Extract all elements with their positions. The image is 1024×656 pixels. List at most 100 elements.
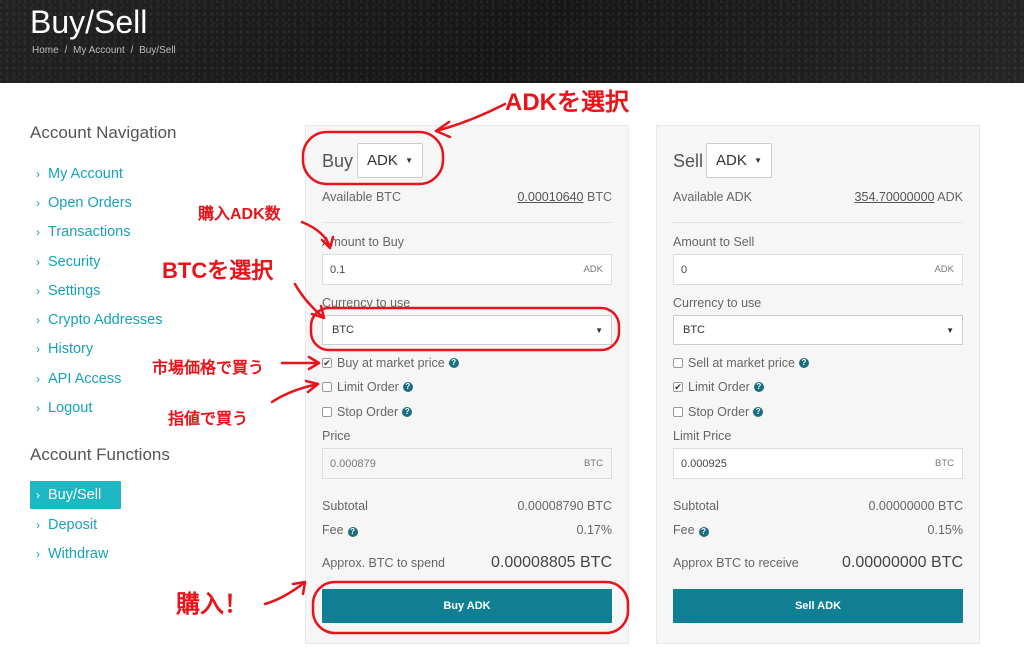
sell-coin-select[interactable]: ADK ▼ <box>706 143 772 178</box>
sell-available-value[interactable]: 354.70000000 <box>855 190 935 204</box>
caret-down-icon: ▼ <box>595 325 603 335</box>
buy-amount-input[interactable]: 0.1 ADK <box>322 254 612 285</box>
sell-subtotal-row: Subtotal 0.00000000 BTC <box>673 499 963 513</box>
buy-panel-title: Buy <box>322 151 354 171</box>
chevron-right-icon: › <box>36 195 40 210</box>
buy-stop-checkbox-box[interactable] <box>322 407 332 417</box>
chevron-right-icon: › <box>36 371 40 386</box>
buy-fee-value: 0.17% <box>576 523 612 537</box>
annotation-buy-amount: 購入ADK数 <box>198 206 281 223</box>
sidebar-item-history[interactable]: › History <box>36 335 162 364</box>
page-title: Buy/Sell <box>30 4 148 40</box>
question-icon[interactable]: ? <box>347 527 358 537</box>
buy-stop-label: Stop Order <box>337 405 399 419</box>
sell-panel: Sell ADK ▼ Available ADK 354.70000000 AD… <box>656 125 980 644</box>
sell-adk-button[interactable]: Sell ADK <box>673 589 963 623</box>
sell-subtotal-label: Subtotal <box>673 499 719 513</box>
sidebar-item-label: My Account <box>48 165 123 182</box>
buy-available-unit: BTC <box>587 190 612 204</box>
breadcrumb-home[interactable]: Home <box>32 45 59 56</box>
sidebar-item-logout[interactable]: › Logout <box>36 393 162 422</box>
buy-market-checkbox-box[interactable]: ✔ <box>322 358 332 368</box>
question-icon[interactable]: ? <box>753 407 764 417</box>
buy-coin-select[interactable]: ADK ▼ <box>357 143 423 178</box>
buy-fee-label: Fee <box>322 523 344 537</box>
sell-fee-label: Fee <box>673 523 695 537</box>
sell-amount-input[interactable]: 0 ADK <box>673 254 963 285</box>
annotation-select-btc: BTCを選択 <box>162 258 274 283</box>
buy-available-value[interactable]: 0.00010640 <box>517 190 583 204</box>
sell-market-price-checkbox[interactable]: Sell at market price ? <box>673 356 809 370</box>
buy-limit-checkbox-box[interactable] <box>322 382 332 392</box>
chevron-right-icon: › <box>36 254 40 269</box>
sell-fee-value: 0.15% <box>927 523 963 537</box>
sell-subtotal-value: 0.00000000 BTC <box>868 499 963 513</box>
sidebar-item-open-orders[interactable]: › Open Orders <box>36 188 162 217</box>
buy-available-row: Available BTC 0.00010640 BTC <box>322 190 612 204</box>
question-icon[interactable]: ? <box>402 407 413 417</box>
buy-limit-label: Limit Order <box>337 380 399 394</box>
buy-subtotal-row: Subtotal 0.00008790 BTC <box>322 499 612 513</box>
sidebar-item-label: Deposit <box>48 516 98 533</box>
sell-limit-checkbox-box[interactable]: ✔ <box>673 382 683 392</box>
sell-amount-value: 0 <box>681 263 688 276</box>
sidebar-item-deposit[interactable]: › Deposit <box>36 510 127 539</box>
question-icon[interactable]: ? <box>402 382 413 392</box>
buy-market-price-checkbox[interactable]: ✔ Buy at market price ? <box>322 356 459 370</box>
sidebar-item-settings[interactable]: › Settings <box>36 276 162 305</box>
buy-available-label: Available BTC <box>322 190 401 204</box>
account-navigation-heading: Account Navigation <box>30 123 177 142</box>
sell-price-input[interactable]: 0.000925 BTC <box>673 448 963 479</box>
sidebar-item-crypto-addresses[interactable]: › Crypto Addresses <box>36 305 162 334</box>
sidebar-item-label: History <box>48 341 94 358</box>
buy-approx-row: Approx. BTC to spend 0.00008805 BTC <box>322 554 612 572</box>
question-icon[interactable]: ? <box>448 358 459 368</box>
annotation-limit-buy: 指値で買う <box>168 411 249 428</box>
sidebar-item-security[interactable]: › Security <box>36 247 162 276</box>
buy-panel: Buy ADK ▼ Available BTC 0.00010640 BTC A… <box>305 125 629 644</box>
breadcrumb-my-account[interactable]: My Account <box>73 45 125 56</box>
sell-market-label: Sell at market price <box>688 356 795 370</box>
sell-currency-select[interactable]: BTC ▼ <box>673 315 963 345</box>
chevron-right-icon: › <box>36 342 40 357</box>
annotation-purchase: 購入！ <box>176 591 248 618</box>
buy-limit-order-checkbox[interactable]: Limit Order ? <box>322 380 413 394</box>
sell-stop-order-checkbox[interactable]: Stop Order ? <box>673 405 764 419</box>
sell-fee-row: Fee? 0.15% <box>673 523 963 537</box>
annotation-select-adk: ADKを選択 <box>505 89 629 116</box>
breadcrumb-separator: / <box>130 45 134 56</box>
chevron-right-icon: › <box>36 517 40 532</box>
sell-price-unit: BTC <box>935 458 954 469</box>
breadcrumb-current: Buy/Sell <box>139 45 176 56</box>
account-navigation-list: › My Account › Open Orders › Transactions ›… <box>36 159 162 423</box>
sidebar-item-transactions[interactable]: › Transactions <box>36 218 162 247</box>
chevron-right-icon: › <box>36 488 40 502</box>
sidebar-item-my-account[interactable]: › My Account <box>36 159 162 188</box>
buy-stop-order-checkbox[interactable]: Stop Order ? <box>322 405 413 419</box>
sell-market-checkbox-box[interactable] <box>673 358 683 368</box>
question-icon[interactable]: ? <box>698 527 709 537</box>
buy-currency-select[interactable]: BTC ▼ <box>322 315 612 345</box>
sidebar-item-withdraw[interactable]: › Withdraw <box>36 540 127 569</box>
buy-price-label: Price <box>322 429 351 443</box>
buy-price-input[interactable]: 0.000879 BTC <box>322 448 612 479</box>
question-icon[interactable]: ? <box>753 382 764 392</box>
sidebar-item-buy-sell[interactable]: › Buy/Sell <box>30 481 122 509</box>
breadcrumb-separator: / <box>64 45 68 56</box>
sell-limit-order-checkbox[interactable]: ✔ Limit Order ? <box>673 380 764 394</box>
buy-approx-label: Approx. BTC to spend <box>322 556 445 570</box>
buy-adk-button[interactable]: Buy ADK <box>322 589 612 623</box>
sidebar-item-label: Crypto Addresses <box>48 312 163 329</box>
buy-amount-label: Amount to Buy <box>322 235 404 249</box>
sell-stop-checkbox-box[interactable] <box>673 407 683 417</box>
sidebar-item-api-access[interactable]: › API Access <box>36 364 162 393</box>
annotation-arrow-buy <box>263 580 307 606</box>
sell-limit-label: Limit Order <box>688 380 750 394</box>
sell-available-label: Available ADK <box>673 190 752 204</box>
sidebar-item-label: Open Orders <box>48 194 132 211</box>
question-icon[interactable]: ? <box>798 358 809 368</box>
sell-price-label: Limit Price <box>673 429 732 443</box>
sell-available-row: Available ADK 354.70000000 ADK <box>673 190 963 204</box>
buy-currency-value: BTC <box>332 324 354 336</box>
sell-approx-label: Approx BTC to receive <box>673 556 799 570</box>
